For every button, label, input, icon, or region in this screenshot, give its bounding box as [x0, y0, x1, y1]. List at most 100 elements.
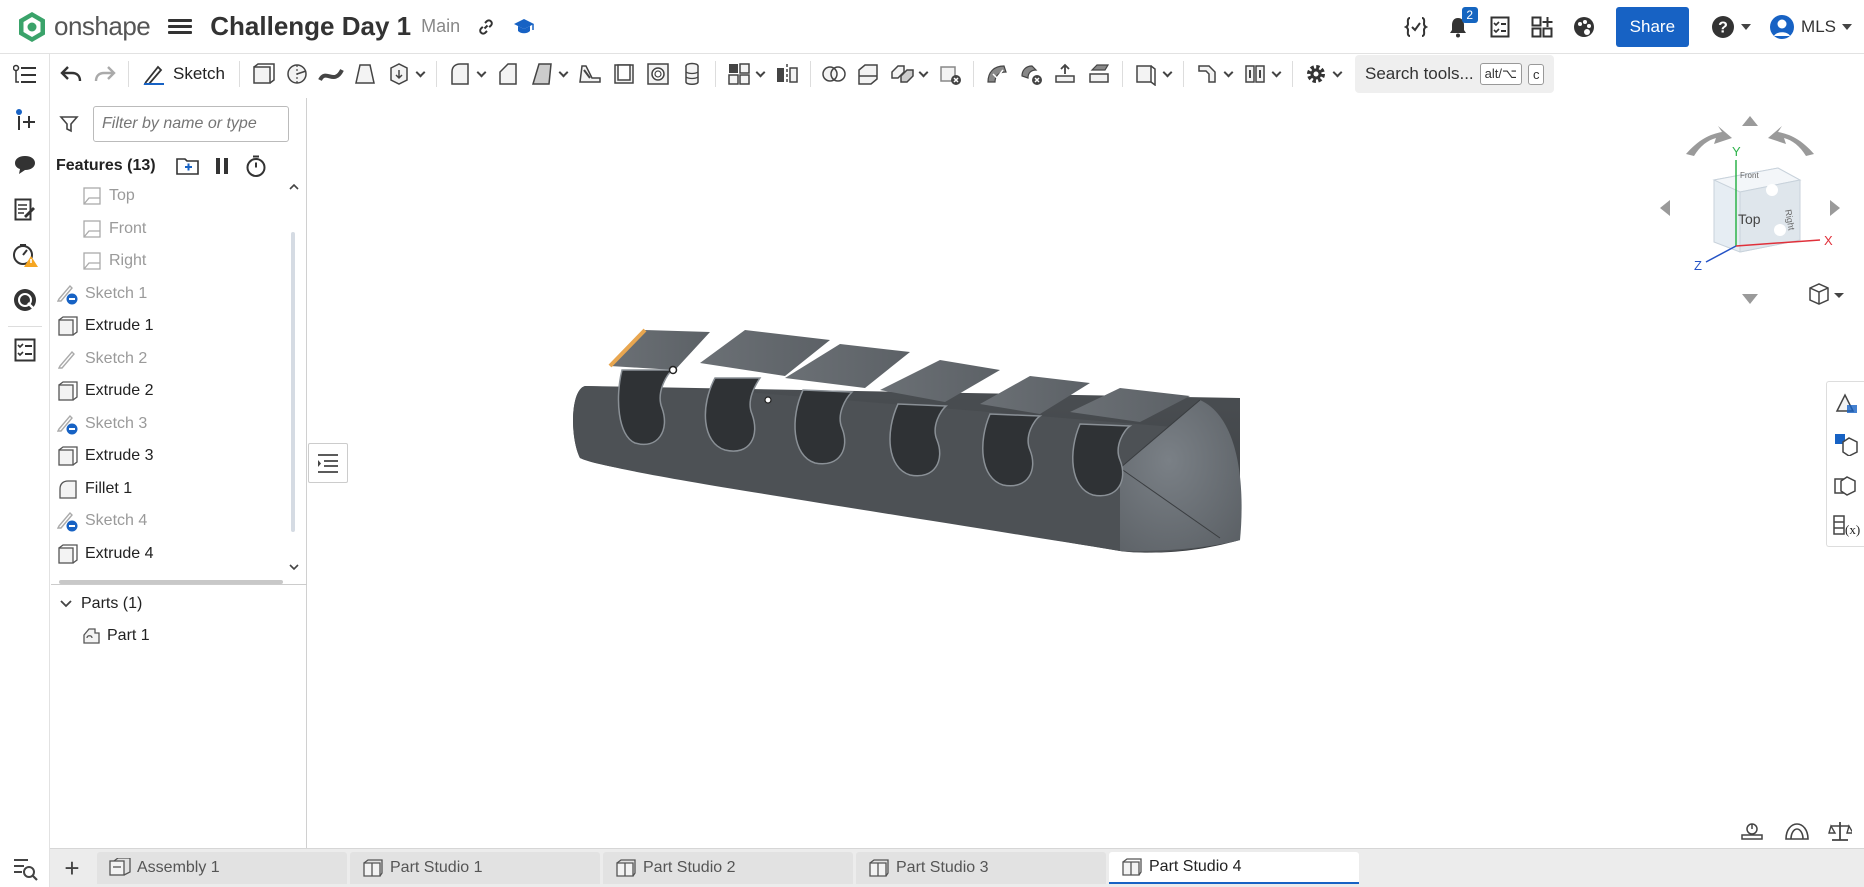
document-title[interactable]: Challenge Day 1 — [210, 11, 411, 42]
feature-item-extrude-1[interactable]: Extrude 1 — [51, 310, 291, 343]
replace-face-icon[interactable] — [1082, 57, 1116, 91]
chevron-down-icon[interactable] — [1163, 57, 1173, 91]
insert-mate-icon[interactable] — [12, 107, 38, 133]
feature-item-extrude-3[interactable]: Extrude 3 — [51, 440, 291, 473]
release-icon[interactable] — [12, 197, 38, 223]
branch-label[interactable]: Main — [421, 16, 460, 37]
tab-part-studio-3[interactable]: Part Studio 3 — [856, 852, 1106, 884]
variables-table-icon[interactable]: (x) — [1827, 505, 1864, 546]
tab-part-studio-1[interactable]: Part Studio 1 — [350, 852, 600, 884]
link-icon[interactable] — [474, 15, 498, 39]
feature-item-extrude-4[interactable]: Extrude 4 — [51, 538, 291, 571]
chevron-down-icon[interactable] — [1272, 57, 1282, 91]
hole-icon[interactable] — [641, 57, 675, 91]
learning-center-icon[interactable] — [512, 15, 536, 39]
part-model[interactable] — [560, 318, 1260, 558]
chevron-down-icon[interactable] — [919, 57, 929, 91]
feature-item-sketch-3[interactable]: Sketch 3 — [51, 408, 291, 441]
chevron-down-icon[interactable] — [289, 562, 299, 572]
app-store-icon[interactable] — [1530, 15, 1554, 39]
modify-fillet-icon[interactable] — [980, 57, 1014, 91]
feature-item-sketch-1[interactable]: Sketch 1 — [51, 278, 291, 311]
split-icon[interactable] — [851, 57, 885, 91]
part-item[interactable]: Part 1 — [81, 622, 150, 650]
timer-icon[interactable] — [244, 154, 268, 178]
settings-gear-icon[interactable] — [1299, 57, 1333, 91]
sheet-metal-icon[interactable] — [1190, 57, 1224, 91]
delete-part-icon[interactable] — [933, 57, 967, 91]
feature-list-scrollbar[interactable] — [288, 180, 300, 572]
filter-icon[interactable] — [59, 114, 79, 134]
feature-item-sketch-4[interactable]: Sketch 4 — [51, 505, 291, 538]
chevron-down-icon[interactable] — [1333, 57, 1343, 91]
bom-icon[interactable] — [12, 337, 38, 363]
appearance-icon[interactable] — [1572, 15, 1596, 39]
scrollbar-thumb[interactable] — [291, 232, 295, 532]
extrude-icon[interactable] — [246, 57, 280, 91]
fillet-icon[interactable] — [443, 57, 477, 91]
section-view-icon[interactable] — [1784, 818, 1810, 844]
draft-icon[interactable] — [525, 57, 559, 91]
feature-item-top[interactable]: Top — [51, 180, 291, 213]
transform-icon[interactable] — [885, 57, 919, 91]
add-folder-icon[interactable] — [175, 154, 200, 178]
feature-item-front[interactable]: Front — [51, 213, 291, 246]
chevron-down-icon[interactable] — [559, 57, 569, 91]
feature-item-right[interactable]: Right — [51, 245, 291, 278]
filter-input[interactable] — [93, 106, 289, 142]
mass-properties-icon[interactable] — [1828, 818, 1852, 844]
main-menu-icon[interactable] — [168, 15, 193, 39]
undo-icon[interactable] — [54, 57, 88, 91]
revolve-icon[interactable] — [280, 57, 314, 91]
view-cube[interactable]: Top Right Front Y X Z — [1650, 110, 1850, 310]
loft-icon[interactable] — [348, 57, 382, 91]
notifications-icon[interactable]: 2 — [1446, 7, 1478, 39]
performance-warning-icon[interactable] — [12, 242, 38, 268]
configurations-icon[interactable] — [1827, 423, 1864, 464]
chevron-down-icon[interactable] — [477, 57, 487, 91]
mirror-icon[interactable] — [770, 57, 804, 91]
tab-part-studio-4[interactable]: Part Studio 4 — [1109, 852, 1359, 884]
plane-icon[interactable] — [1129, 57, 1163, 91]
frame-icon[interactable] — [1238, 57, 1272, 91]
feature-item-extrude-2[interactable]: Extrude 2 — [51, 375, 291, 408]
search-tabs-icon[interactable] — [12, 856, 38, 882]
thicken-icon[interactable] — [382, 57, 416, 91]
custom-features-icon[interactable] — [1827, 464, 1864, 505]
parts-header[interactable]: Parts (1) — [59, 590, 142, 618]
rib-icon[interactable] — [573, 57, 607, 91]
appearance-panel-icon[interactable] — [1827, 382, 1864, 423]
chevron-down-icon[interactable] — [1224, 57, 1234, 91]
chevron-up-icon[interactable] — [289, 182, 299, 192]
feature-item-sketch-2[interactable]: Sketch 2 — [51, 343, 291, 376]
move-face-icon[interactable] — [1048, 57, 1082, 91]
brand[interactable]: onshape — [16, 11, 151, 43]
boolean-icon[interactable] — [817, 57, 851, 91]
chevron-down-icon[interactable] — [416, 57, 426, 91]
tab-assembly-1[interactable]: Assembly 1 — [97, 852, 347, 884]
add-tab-button[interactable]: + — [50, 849, 94, 887]
shell-icon[interactable] — [607, 57, 641, 91]
comments-icon[interactable] — [12, 152, 38, 178]
thread-icon[interactable] — [675, 57, 709, 91]
analysis-icon[interactable] — [12, 287, 38, 313]
chamfer-icon[interactable] — [491, 57, 525, 91]
delete-face-icon[interactable] — [1014, 57, 1048, 91]
search-tools-button[interactable]: Search tools... alt/⌥ c — [1354, 55, 1555, 93]
user-menu[interactable]: MLS — [1769, 14, 1852, 40]
tab-bar: + Assembly 1 Part Studio 1 Part Studio 2… — [50, 848, 1864, 887]
share-button[interactable]: Share — [1615, 7, 1690, 47]
variables-icon[interactable] — [1403, 15, 1428, 39]
sketch-button[interactable]: Sketch — [135, 57, 233, 91]
pause-icon[interactable] — [210, 154, 234, 178]
sweep-icon[interactable] — [314, 57, 348, 91]
pattern-icon[interactable] — [722, 57, 756, 91]
measure-icon[interactable] — [1740, 818, 1764, 844]
help-menu[interactable]: ? — [1711, 15, 1752, 39]
feature-list-icon[interactable] — [12, 62, 38, 88]
redo-icon[interactable] — [88, 57, 122, 91]
chevron-down-icon[interactable] — [756, 57, 766, 91]
tasks-icon[interactable] — [1488, 15, 1512, 39]
feature-item-fillet-1[interactable]: Fillet 1 — [51, 473, 291, 506]
tab-part-studio-2[interactable]: Part Studio 2 — [603, 852, 853, 884]
